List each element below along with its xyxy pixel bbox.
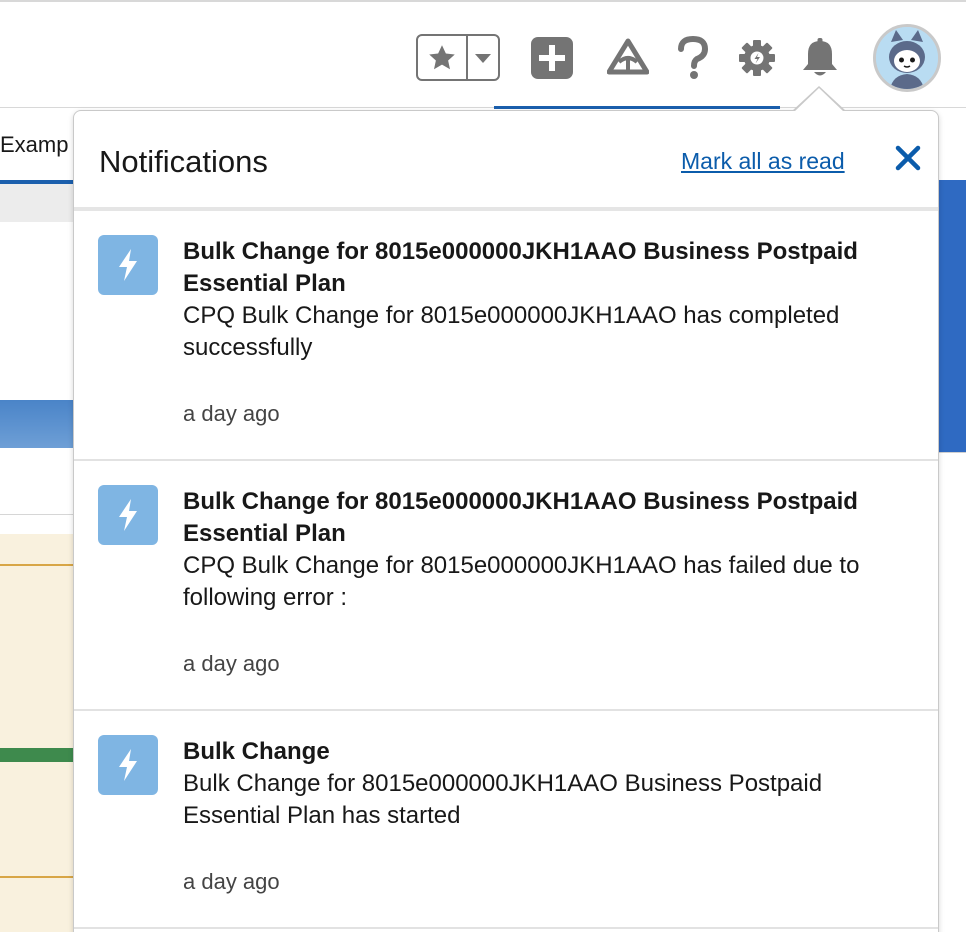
nav-tab-indicator [494,106,780,109]
close-icon [895,145,921,171]
trailhead-icon [607,38,649,75]
notification-message: CPQ Bulk Change for 8015e000000JKH1AAO h… [183,552,860,611]
bell-icon [803,38,837,76]
global-create-button[interactable] [530,34,574,82]
notification-timestamp: a day ago [183,651,280,676]
question-icon [678,36,709,79]
notification-timestamp: a day ago [183,869,280,894]
avatar[interactable] [873,24,941,92]
workspace-tab-label[interactable]: Examp [0,132,68,158]
divider [0,514,74,515]
side-card [938,452,966,932]
notification-item[interactable]: Bulk Change Bulk Change for 8015e000000J… [74,711,938,929]
notification-content: Bulk Change for 8015e000000JKH1AAO Busin… [183,236,920,428]
notifications-button[interactable] [798,34,842,82]
divider [0,564,74,566]
record-highlight-panel [0,534,74,932]
notification-title: Bulk Change [183,738,330,765]
setup-button[interactable] [735,34,779,82]
notification-content: Bulk Change for 8015e000000JKH1AAO Busin… [183,486,920,678]
gear-icon [739,40,775,76]
plus-icon [531,37,573,79]
notification-type-badge [98,485,158,545]
popover-nub-fill [794,88,844,112]
page-banner [0,400,74,448]
lightning-bolt-icon [119,249,137,281]
divider [0,876,74,878]
notification-item[interactable]: Bulk Change for 8015e000000JKH1AAO Busin… [74,211,938,461]
mark-all-read-link[interactable]: Mark all as read [681,148,845,175]
subtab-strip [0,184,74,222]
favorites-menu-button[interactable] [468,36,498,79]
favorites-button-group [416,34,500,81]
favorites-button[interactable] [418,36,468,79]
help-button[interactable] [674,34,712,82]
notification-message: CPQ Bulk Change for 8015e000000JKH1AAO h… [183,302,840,361]
notification-message: Bulk Change for 8015e000000JKH1AAO Busin… [183,770,823,829]
notifications-panel: Notifications Mark all as read Bulk Chan… [73,110,939,932]
notification-title: Bulk Change for 8015e000000JKH1AAO Busin… [183,238,858,297]
path-progress-segment [0,748,74,762]
notification-type-badge [98,235,158,295]
notification-type-badge [98,735,158,795]
astro-avatar-icon [876,27,938,89]
lightning-bolt-icon [119,749,137,781]
notification-content: Bulk Change Bulk Change for 8015e000000J… [183,736,920,896]
chevron-down-icon [475,53,491,63]
notification-title: Bulk Change for 8015e000000JKH1AAO Busin… [183,488,858,547]
lightning-bolt-icon [119,499,137,531]
star-icon [429,44,455,69]
notification-item[interactable]: Bulk Change for 8015e000000JKH1AAO Busin… [74,461,938,711]
close-button[interactable] [894,144,922,172]
trailhead-button[interactable] [605,34,651,82]
notification-timestamp: a day ago [183,401,280,426]
panel-title: Notifications [99,144,268,179]
notifications-header: Notifications Mark all as read [74,111,938,207]
